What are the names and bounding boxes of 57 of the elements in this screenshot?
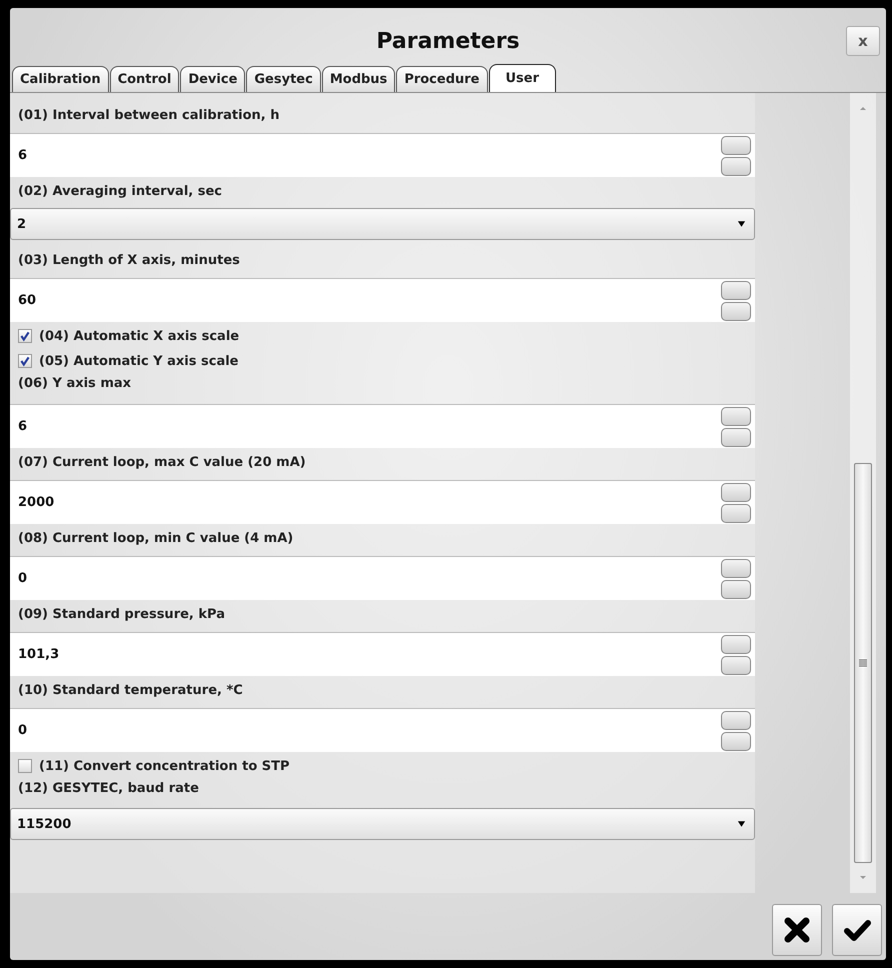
- tab[interactable]: Control: [110, 66, 180, 92]
- number-field[interactable]: 2000: [10, 480, 721, 524]
- scroll-up-icon[interactable]: [858, 105, 868, 111]
- scrollbar-thumb[interactable]: [854, 463, 872, 863]
- field-label: (10) Standard temperature, *C: [17, 682, 244, 700]
- checkbox-label: (05) Automatic Y axis scale: [39, 354, 238, 368]
- cancel-button[interactable]: [772, 904, 822, 956]
- tab[interactable]: Device: [180, 66, 246, 92]
- scroll-down-icon[interactable]: [858, 875, 868, 881]
- checkbox[interactable]: [18, 329, 32, 343]
- ok-button[interactable]: [832, 904, 882, 956]
- field-label: (03) Length of X axis, minutes: [17, 252, 241, 270]
- number-field[interactable]: 0: [10, 708, 721, 752]
- cross-icon: [782, 915, 812, 945]
- number-field[interactable]: 60: [10, 278, 721, 322]
- spin-up-button[interactable]: [721, 710, 751, 730]
- tab[interactable]: Procedure: [396, 66, 488, 92]
- spin-down-button[interactable]: [721, 156, 751, 176]
- dropdown[interactable]: 2: [10, 208, 755, 240]
- tab[interactable]: Calibration: [12, 66, 109, 92]
- field-label: (01) Interval between calibration, h: [17, 107, 280, 125]
- number-field[interactable]: 0: [10, 556, 721, 600]
- field-label: (02) Averaging interval, sec: [17, 183, 224, 201]
- field-label: (07) Current loop, max C value (20 mA): [17, 454, 307, 472]
- close-button[interactable]: x: [846, 26, 880, 56]
- field-label: (12) GESYTEC, baud rate: [17, 780, 200, 798]
- field-label: (06) Y axis max: [17, 375, 132, 393]
- spin-up-button[interactable]: [721, 406, 751, 426]
- spin-up-button[interactable]: [721, 482, 751, 502]
- checkbox-label: (11) Convert concentration to STP: [39, 758, 290, 774]
- spin-down-button[interactable]: [721, 302, 751, 320]
- window-title: Parameters: [376, 28, 520, 54]
- spin-up-button[interactable]: [721, 280, 751, 300]
- spin-down-button[interactable]: [721, 428, 751, 446]
- number-field[interactable]: 6: [10, 133, 721, 177]
- checkbox[interactable]: [18, 759, 32, 773]
- tab[interactable]: Gesytec: [246, 66, 321, 92]
- number-field[interactable]: 101,3: [10, 632, 721, 676]
- dropdown[interactable]: 115200: [10, 808, 755, 840]
- spin-down-button[interactable]: [721, 732, 751, 750]
- spin-down-button[interactable]: [721, 656, 751, 674]
- checkbox[interactable]: [18, 354, 32, 368]
- field-label: (09) Standard pressure, kPa: [17, 606, 226, 624]
- spin-down-button[interactable]: [721, 580, 751, 598]
- grip-icon: [859, 658, 867, 668]
- spin-down-button[interactable]: [721, 504, 751, 522]
- number-field[interactable]: 6: [10, 404, 721, 448]
- spin-up-button[interactable]: [721, 634, 751, 654]
- field-label: (08) Current loop, min C value (4 mA): [17, 530, 294, 548]
- caret-icon: [737, 221, 746, 227]
- tab[interactable]: Modbus: [322, 66, 396, 92]
- tab[interactable]: User: [488, 64, 556, 92]
- spin-up-button[interactable]: [721, 558, 751, 578]
- spin-up-button[interactable]: [721, 136, 751, 154]
- scrollbar[interactable]: [850, 93, 876, 893]
- caret-icon: [737, 821, 746, 827]
- checkbox-label: (04) Automatic X axis scale: [39, 328, 240, 344]
